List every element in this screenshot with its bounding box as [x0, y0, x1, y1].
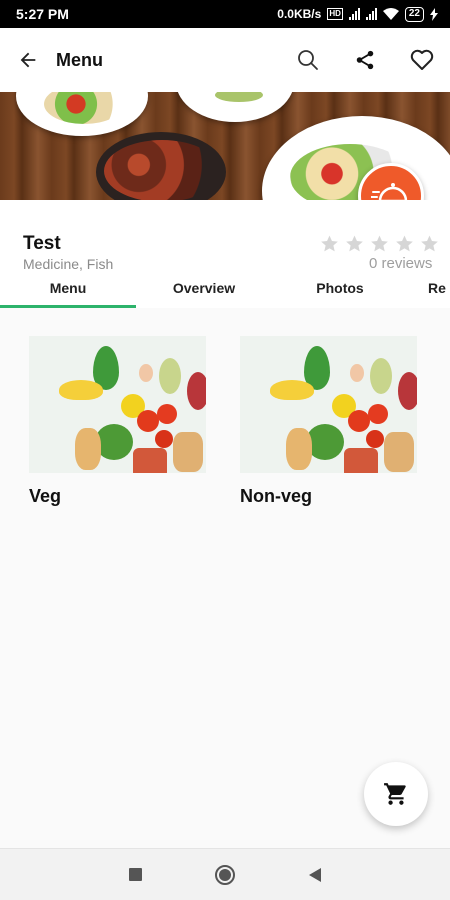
- tomato-2: [368, 404, 388, 424]
- jar: [344, 448, 378, 473]
- tab-reviews[interactable]: Re: [408, 276, 450, 308]
- star-icon: [346, 235, 363, 252]
- egg: [139, 364, 153, 382]
- banana: [59, 380, 103, 400]
- category-label-veg: Veg: [29, 486, 62, 506]
- veg-image: [29, 336, 206, 473]
- status-time: 5:27 PM: [16, 6, 69, 22]
- loaf: [384, 432, 414, 472]
- hd-icon: HD: [327, 8, 343, 20]
- page-title: Menu: [56, 49, 103, 70]
- avocado: [370, 358, 392, 394]
- reviews-count: 0 reviews: [369, 255, 433, 272]
- tomato-1: [137, 410, 159, 432]
- loaf: [173, 432, 203, 472]
- recents-square-icon[interactable]: [117, 857, 153, 893]
- back-triangle-icon[interactable]: [297, 857, 333, 893]
- egg: [350, 364, 364, 382]
- tomato-3: [155, 430, 173, 448]
- tab-bar: Menu Overview Photos Re: [0, 276, 450, 308]
- restaurant-name: Test: [23, 233, 61, 254]
- tomato-2: [157, 404, 177, 424]
- back-arrow-icon[interactable]: [0, 28, 56, 92]
- screen: 5:27 PM 0.0KB/s HD 22 Menu Test Medicine…: [0, 0, 450, 900]
- search-icon[interactable]: [279, 28, 336, 92]
- non-veg-image: [240, 336, 417, 473]
- tomato-1: [348, 410, 370, 432]
- status-bar: 5:27 PM 0.0KB/s HD 22: [0, 0, 450, 28]
- tab-menu[interactable]: Menu: [0, 276, 136, 308]
- battery-icon: 22: [404, 6, 424, 22]
- star-icon: [396, 235, 413, 252]
- star-icon: [371, 235, 388, 252]
- jar: [133, 448, 167, 473]
- heart-icon[interactable]: [393, 28, 450, 92]
- bread: [286, 428, 312, 470]
- tomato-3: [366, 430, 384, 448]
- meat: [187, 372, 206, 410]
- wifi-icon: [382, 8, 399, 20]
- meat-dish: [104, 140, 220, 200]
- category-card-veg[interactable]: Veg: [29, 336, 206, 507]
- avocado: [159, 358, 181, 394]
- tab-photos[interactable]: Photos: [272, 276, 408, 308]
- cart-button[interactable]: [364, 762, 428, 826]
- app-actions: [279, 28, 450, 92]
- restaurant-info: Test Medicine, Fish 0 reviews: [0, 200, 450, 276]
- banana: [270, 380, 314, 400]
- bread: [75, 428, 101, 470]
- signal-icon-2: [365, 8, 377, 20]
- app-bar: Menu: [0, 28, 450, 92]
- status-indicators: 0.0KB/s HD 22: [277, 6, 438, 22]
- signal-icon: [348, 8, 360, 20]
- category-card-non-veg[interactable]: Non-veg: [240, 336, 417, 507]
- star-icon: [321, 235, 338, 252]
- cart-icon: [384, 783, 406, 805]
- meat: [398, 372, 417, 410]
- restaurant-tags: Medicine, Fish: [23, 256, 114, 272]
- network-speed: 0.0KB/s: [277, 7, 322, 21]
- system-nav-bar: [0, 848, 450, 900]
- home-circle-icon[interactable]: [207, 857, 243, 893]
- charging-icon: [430, 7, 438, 21]
- tab-overview[interactable]: Overview: [136, 276, 272, 308]
- share-icon[interactable]: [336, 28, 393, 92]
- category-label-non-veg: Non-veg: [240, 486, 312, 506]
- star-icon: [421, 235, 438, 252]
- rating-stars: [320, 234, 439, 253]
